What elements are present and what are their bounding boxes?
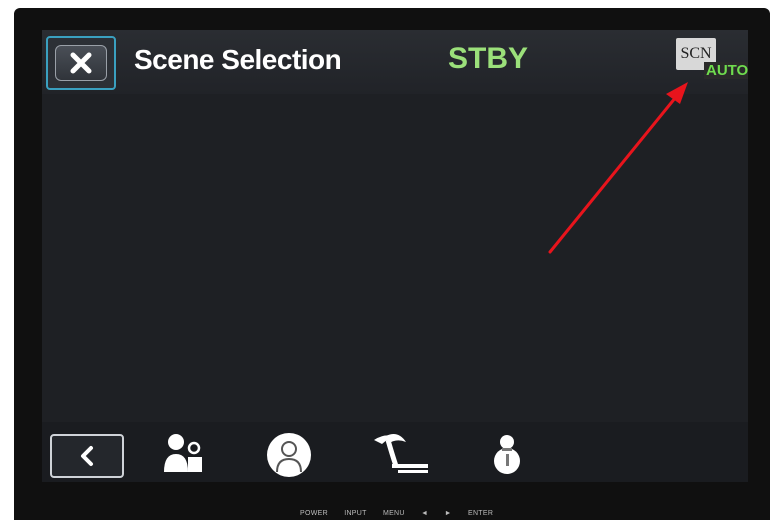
status-indicator: STBY [448,42,529,75]
beach-palm-icon[interactable] [372,432,432,474]
page-title: Scene Selection [134,44,342,75]
person-circle-icon[interactable] [266,432,312,478]
close-button-face [55,45,107,81]
bottom-bar [42,422,748,482]
top-bar: Scene Selection STBY SCN AUTO [42,30,748,94]
enter-label: ENTER [467,510,494,517]
power-label: POWER [300,510,328,517]
right-label: ► [444,510,452,517]
monitor-control-labels: POWER INPUT MENU ◄ ► ENTER [300,510,507,517]
input-label: INPUT [344,510,367,517]
menu-label: MENU [382,510,405,517]
close-icon [70,52,92,74]
close-button[interactable] [46,36,116,90]
left-label: ◄ [421,510,429,517]
auto-mode-badge: AUTO [704,62,748,79]
portrait-group-icon[interactable] [162,432,208,474]
chevron-left-icon [81,446,93,466]
snowman-icon[interactable] [492,432,522,476]
camera-screen: Scene Selection STBY SCN AUTO [42,30,748,482]
back-button[interactable] [50,434,124,478]
